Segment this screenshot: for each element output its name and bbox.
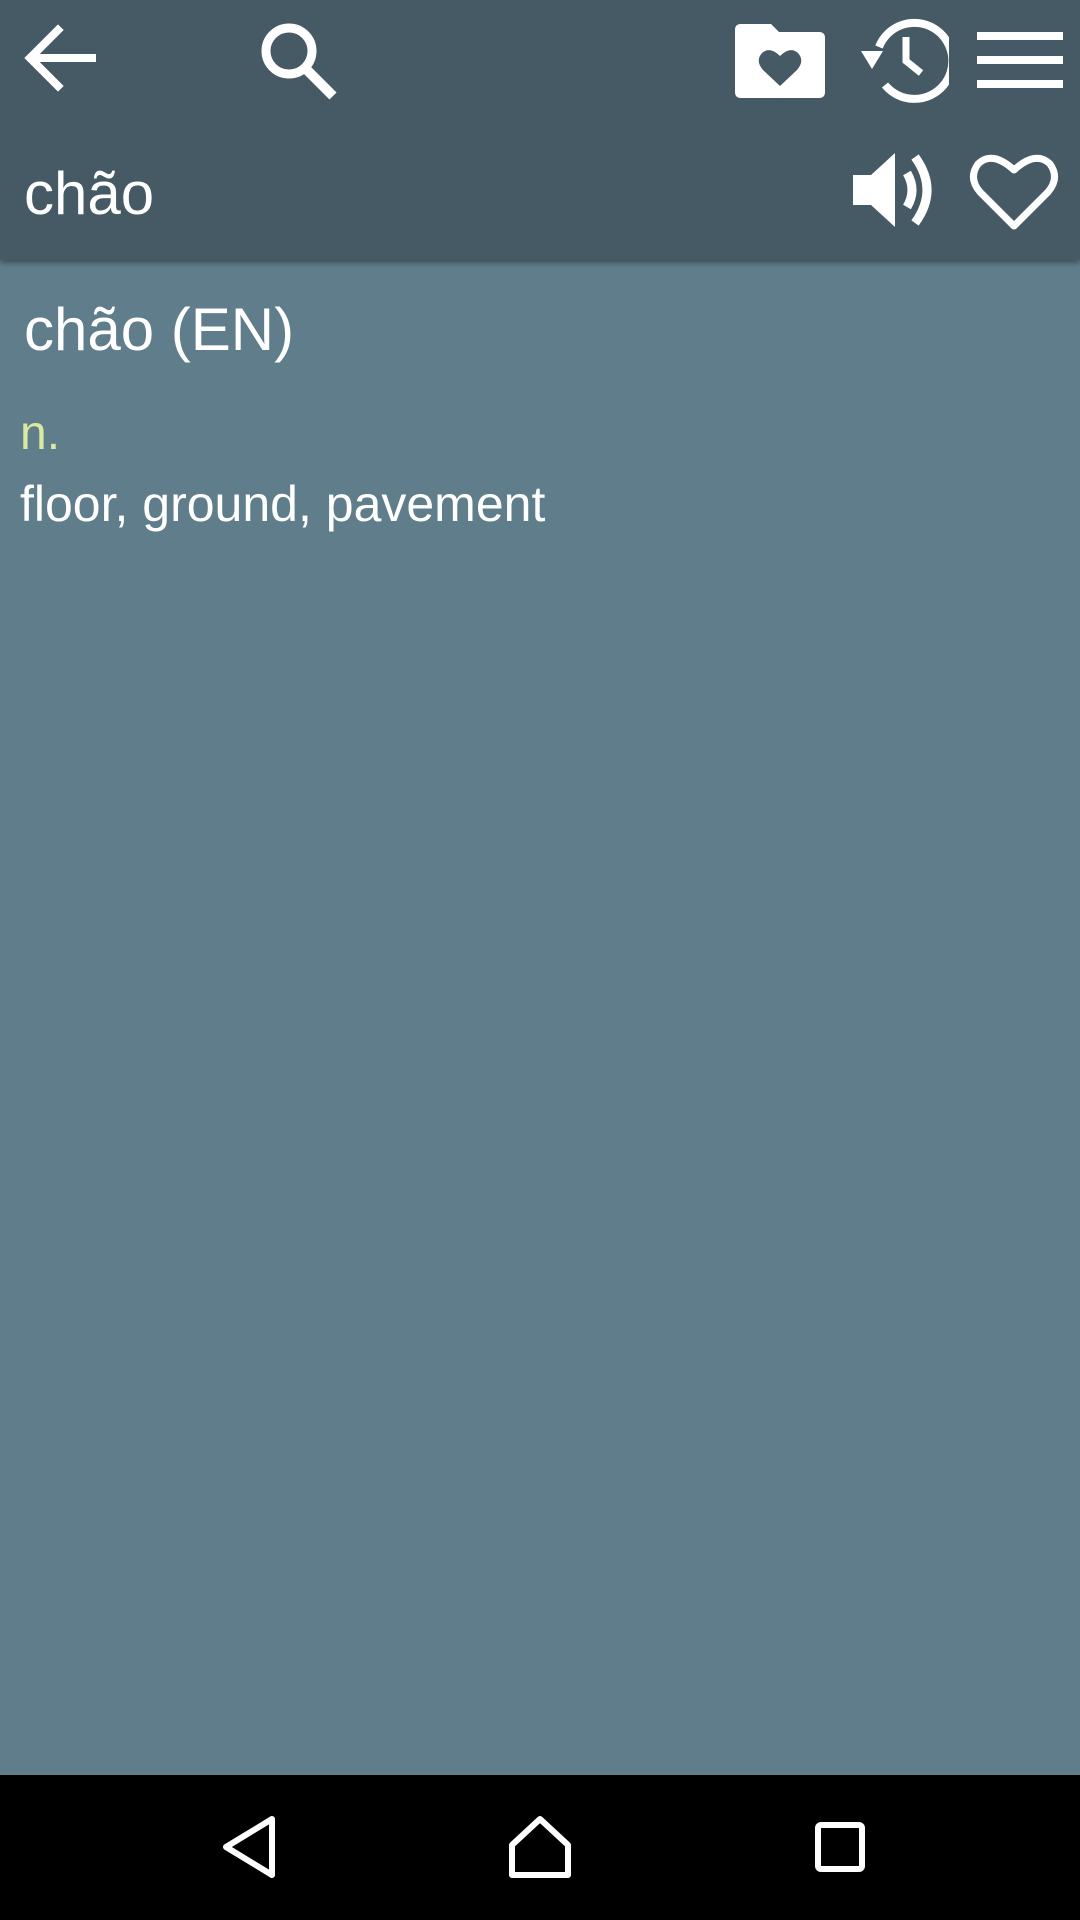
speaker-icon	[853, 153, 932, 227]
search-icon	[261, 23, 337, 100]
nav-back-icon	[223, 1816, 275, 1878]
nav-recents-icon	[815, 1822, 865, 1872]
history-icon	[861, 18, 949, 103]
search-button[interactable]	[248, 12, 348, 112]
pronounce-button[interactable]	[846, 140, 946, 240]
entry-heading: chão (EN)	[24, 296, 295, 363]
back-button[interactable]	[10, 8, 110, 108]
history-button[interactable]	[848, 10, 952, 110]
hamburger-menu-icon	[977, 32, 1063, 88]
menu-button[interactable]	[972, 10, 1068, 110]
heart-outline-icon	[970, 154, 1058, 230]
part-of-speech: n.	[20, 407, 61, 460]
nav-back-button[interactable]	[200, 1797, 300, 1897]
favorites-folder-button[interactable]	[728, 10, 832, 110]
definition-panel: chão (EN) n. floor, ground, pavement	[0, 260, 1080, 1775]
folder-heart-icon	[735, 24, 825, 98]
nav-home-icon	[509, 1816, 571, 1878]
system-navigation-bar	[0, 1775, 1080, 1920]
nav-home-button[interactable]	[490, 1797, 590, 1897]
nav-recents-button[interactable]	[790, 1797, 890, 1897]
favorite-button[interactable]	[964, 140, 1064, 240]
app-toolbar: chão	[0, 0, 1080, 260]
word-title: chão	[24, 160, 155, 227]
arrow-left-icon	[24, 24, 96, 92]
translation-text: floor, ground, pavement	[20, 476, 546, 532]
